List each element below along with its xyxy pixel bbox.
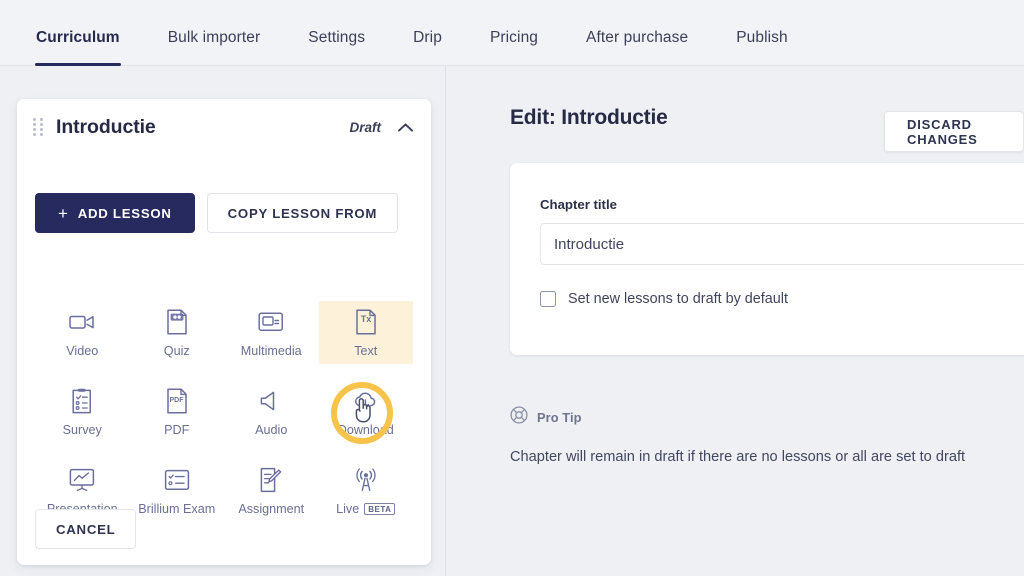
beta-badge: BETA (364, 503, 396, 515)
lesson-type-download[interactable]: Download (319, 380, 414, 443)
svg-text:PDF: PDF (169, 397, 184, 404)
lesson-type-text: Live (336, 502, 360, 516)
curriculum-pane: Introductie Draft + ADD LESSON COPY LESS… (0, 66, 445, 576)
tab-publish[interactable]: Publish (736, 29, 788, 65)
draft-default-checkbox[interactable] (540, 291, 556, 307)
lesson-type-label: Brillium Exam (138, 502, 216, 516)
lesson-type-label: Assignment (238, 502, 305, 516)
lesson-type-text[interactable]: Tx Text (318, 301, 413, 364)
add-lesson-label: ADD LESSON (77, 205, 172, 221)
checklist-icon (164, 467, 190, 493)
course-tab-bar: Curriculum Bulk importer Settings Drip P… (0, 0, 1024, 66)
cancel-button-wrap: CANCEL (35, 509, 137, 549)
chapter-header: Introductie Draft (17, 99, 431, 155)
add-lesson-button[interactable]: + ADD LESSON (35, 193, 195, 233)
chapter-form-card: Chapter title Set new lessons to draft b… (510, 163, 1024, 355)
video-camera-icon (69, 309, 95, 335)
lesson-type-quiz[interactable]: Quiz (130, 301, 225, 364)
status-badge: Draft (349, 119, 381, 135)
assignment-pencil-icon (259, 467, 283, 493)
text-document-icon: Tx (355, 309, 377, 335)
chapter-header-right: Draft (349, 120, 413, 135)
lesson-type-pdf[interactable]: PDF PDF (130, 380, 225, 443)
lesson-type-assignment[interactable]: Assignment (224, 459, 319, 522)
lesson-type-brillium-exam[interactable]: Brillium Exam (130, 459, 225, 522)
broadcast-tower-icon (354, 467, 378, 493)
draft-default-row[interactable]: Set new lessons to draft by default (540, 291, 1024, 307)
presentation-icon (69, 467, 95, 493)
page-title: Edit: Introductie (510, 106, 668, 129)
lesson-type-live[interactable]: Live BETA (319, 459, 414, 522)
discard-changes-button[interactable]: DISCARD CHANGES (884, 111, 1024, 152)
chapter-action-row: + ADD LESSON COPY LESSON FROM (17, 155, 431, 233)
multimedia-icon (258, 309, 284, 335)
svg-text:Tx: Tx (360, 314, 371, 324)
lifebuoy-icon (510, 406, 528, 429)
lesson-type-label: Download (337, 423, 394, 437)
tab-pricing[interactable]: Pricing (490, 29, 538, 65)
lesson-type-label: Text (354, 344, 378, 358)
lesson-type-label: Multimedia (240, 344, 302, 358)
lesson-type-grid: Video Quiz Multimedia Tx Text Survey PDF… (35, 301, 413, 522)
chapter-title-label: Chapter title (540, 197, 617, 212)
lesson-type-survey[interactable]: Survey (35, 380, 130, 443)
lesson-type-label: Survey (62, 423, 102, 437)
download-cloud-icon (353, 388, 379, 414)
lesson-type-label: Quiz (163, 344, 190, 358)
tab-drip[interactable]: Drip (413, 29, 442, 65)
pro-tip-title: Pro Tip (537, 410, 582, 425)
copy-lesson-from-button[interactable]: COPY LESSON FROM (206, 193, 399, 233)
cancel-button[interactable]: CANCEL (35, 509, 137, 549)
draft-default-label: Set new lessons to draft by default (568, 291, 788, 307)
tab-after-purchase[interactable]: After purchase (586, 29, 688, 65)
lesson-type-label: PDF (164, 423, 190, 437)
chapter-edit-pane: Edit: Introductie DISCARD CHANGES Chapte… (446, 66, 1024, 576)
chapter-card: Introductie Draft + ADD LESSON COPY LESS… (17, 99, 431, 565)
chevron-up-icon[interactable] (398, 121, 413, 134)
plus-icon: + (58, 203, 69, 223)
tab-settings[interactable]: Settings (308, 29, 365, 65)
chapter-title-input[interactable] (540, 223, 1024, 265)
chapter-title: Introductie (56, 115, 156, 138)
lesson-type-label: Audio (255, 423, 288, 437)
speaker-icon (259, 388, 283, 414)
lesson-type-audio[interactable]: Audio (224, 380, 319, 443)
lesson-type-multimedia[interactable]: Multimedia (224, 301, 319, 364)
pdf-document-icon: PDF (166, 388, 188, 414)
survey-clipboard-icon (71, 388, 93, 414)
lesson-type-label: Video (66, 344, 99, 358)
pro-tip: Pro Tip Chapter will remain in draft if … (510, 406, 1024, 465)
lesson-type-video[interactable]: Video (35, 301, 130, 364)
quiz-document-icon (166, 309, 188, 335)
tab-bulk-importer[interactable]: Bulk importer (168, 29, 261, 65)
pro-tip-header: Pro Tip (510, 406, 1024, 429)
tab-curriculum[interactable]: Curriculum (35, 29, 121, 66)
drag-dots-icon[interactable] (33, 118, 43, 136)
pro-tip-body: Chapter will remain in draft if there ar… (510, 449, 966, 465)
lesson-type-label: Live BETA (336, 502, 396, 516)
